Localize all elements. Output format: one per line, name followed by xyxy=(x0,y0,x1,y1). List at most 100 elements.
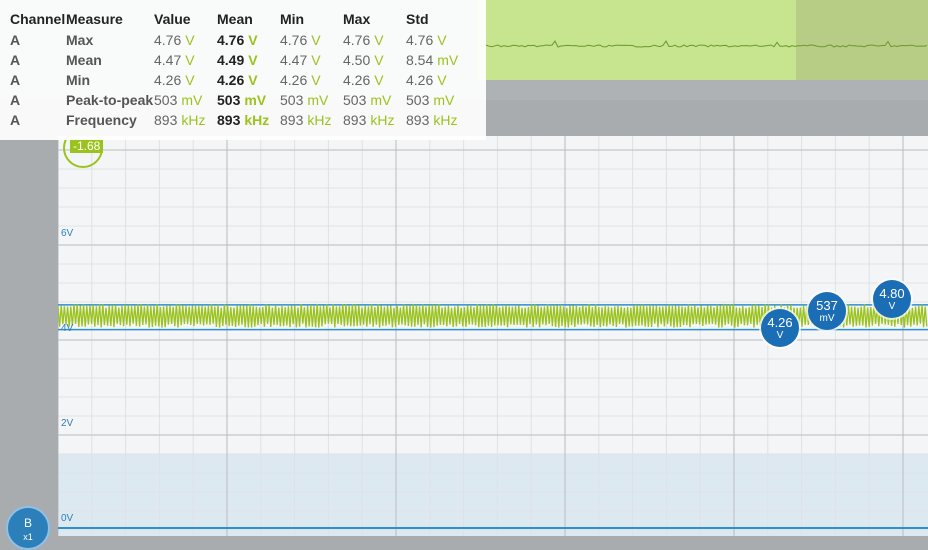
marker-p2p-value: 537 xyxy=(816,298,838,313)
cell-min-number: 893 xyxy=(280,112,304,128)
measurement-row: A Frequency 893 kHz 893 kHz 893 kHz 893 kHz 893 kHz xyxy=(10,110,476,130)
cell-min: 893 kHz xyxy=(280,110,343,130)
cell-max-number: 4.76 xyxy=(343,32,371,48)
lower-band xyxy=(58,454,928,536)
measurements-header-row: Channel Measure Value Mean Min Max Std xyxy=(10,8,476,30)
cell-std-number: 4.26 xyxy=(406,72,434,88)
col-mean: Mean xyxy=(217,11,253,27)
cell-value-unit: V xyxy=(185,52,195,68)
cell-measure: Frequency xyxy=(66,112,137,128)
cell-mean: 4.49 V xyxy=(217,50,280,70)
cell-min-unit: mV xyxy=(307,92,329,108)
cell-mean-number: 4.76 xyxy=(217,32,245,48)
cell-channel: A xyxy=(10,32,21,48)
cell-channel: A xyxy=(10,72,21,88)
cell-value-number: 4.76 xyxy=(154,32,182,48)
cell-value: 503 mV xyxy=(154,90,217,110)
cell-std-unit: mV xyxy=(433,92,455,108)
channel-b-button[interactable]: B x1 xyxy=(6,506,50,550)
cell-max-unit: V xyxy=(374,72,384,88)
cell-std: 4.76 V xyxy=(406,30,476,50)
measurements-panel: Channel Measure Value Mean Min Max Std A… xyxy=(0,0,486,140)
cell-mean: 503 mV xyxy=(217,90,280,110)
cell-value-number: 4.26 xyxy=(154,72,182,88)
cell-mean-unit: V xyxy=(248,32,258,48)
marker-min[interactable]: 4.26 V xyxy=(761,309,799,347)
cell-mean-number: 893 xyxy=(217,112,241,128)
cell-max-unit: mV xyxy=(370,92,392,108)
cell-min-number: 4.26 xyxy=(280,72,308,88)
cell-min-unit: V xyxy=(311,32,321,48)
col-channel: Channel xyxy=(10,11,66,27)
cell-max-unit: V xyxy=(374,52,384,68)
col-max: Max xyxy=(343,11,371,27)
y-label-2v: 2V xyxy=(61,418,74,429)
cell-mean-unit: kHz xyxy=(244,112,270,128)
marker-max[interactable]: 4.80 V xyxy=(873,280,911,318)
cell-channel: A xyxy=(10,92,21,108)
cell-max: 503 mV xyxy=(343,90,406,110)
marker-max-value: 4.80 xyxy=(879,286,905,301)
cell-std-number: 503 xyxy=(406,92,430,108)
cell-mean-unit: V xyxy=(248,72,258,88)
cell-value-unit: V xyxy=(185,32,195,48)
cell-max-number: 893 xyxy=(343,112,367,128)
cell-std: 8.54 mV xyxy=(406,50,476,70)
cell-std-number: 8.54 xyxy=(406,52,434,68)
cell-std-number: 4.76 xyxy=(406,32,434,48)
marker-peak-to-peak[interactable]: 537 mV xyxy=(808,292,846,330)
col-measure: Measure xyxy=(66,11,123,27)
measurement-row: A Min 4.26 V 4.26 V 4.26 V 4.26 V 4.26 V xyxy=(10,70,476,90)
cell-mean-unit: V xyxy=(248,52,258,68)
cell-channel: A xyxy=(10,52,21,68)
cell-min: 503 mV xyxy=(280,90,343,110)
marker-max-unit: V xyxy=(888,301,896,312)
channel-b-label: B xyxy=(23,516,32,530)
cell-std-unit: V xyxy=(437,32,447,48)
marker-min-unit: V xyxy=(776,330,784,341)
left-gutter xyxy=(0,140,58,536)
cell-min-number: 4.76 xyxy=(280,32,308,48)
cell-std: 503 mV xyxy=(406,90,476,110)
cell-measure: Max xyxy=(66,32,94,48)
cell-std-unit: mV xyxy=(437,52,459,68)
cell-std-number: 893 xyxy=(406,112,430,128)
cell-value-number: 893 xyxy=(154,112,178,128)
cell-channel: A xyxy=(10,112,21,128)
cell-value: 893 kHz xyxy=(154,110,217,130)
channel-b-sublabel: x1 xyxy=(23,532,33,542)
col-min: Min xyxy=(280,11,305,27)
cell-mean: 4.26 V xyxy=(217,70,280,90)
cell-value: 4.76 V xyxy=(154,30,217,50)
cell-measure: Mean xyxy=(66,52,102,68)
measurement-row: A Peak-to-peak 503 mV 503 mV 503 mV 503 mV 503 mV xyxy=(10,90,476,110)
cell-mean-number: 4.26 xyxy=(217,72,245,88)
marker-min-value: 4.26 xyxy=(767,315,793,330)
cell-mean: 893 kHz xyxy=(217,110,280,130)
cell-min-unit: V xyxy=(311,52,321,68)
cell-value-number: 4.47 xyxy=(154,52,182,68)
cell-max: 4.26 V xyxy=(343,70,406,90)
cell-value-number: 503 xyxy=(154,92,178,108)
cell-value-unit: mV xyxy=(181,92,203,108)
cell-min-number: 4.47 xyxy=(280,52,308,68)
marker-p2p-unit: mV xyxy=(819,313,835,324)
trigger-level-label: -1.68 xyxy=(70,139,104,153)
cell-max: 4.76 V xyxy=(343,30,406,50)
cell-value-unit: kHz xyxy=(181,112,206,128)
cell-measure: Peak-to-peak xyxy=(66,92,154,108)
cell-min: 4.26 V xyxy=(280,70,343,90)
cell-min-unit: V xyxy=(311,72,321,88)
cell-max-unit: kHz xyxy=(370,112,395,128)
cell-value-unit: V xyxy=(185,72,195,88)
cell-std-unit: kHz xyxy=(433,112,458,128)
y-label-0v: 0V xyxy=(61,513,74,524)
cell-min-number: 503 xyxy=(280,92,304,108)
overview-signal xyxy=(485,40,928,48)
cell-mean-number: 503 xyxy=(217,92,241,108)
cell-std: 893 kHz xyxy=(406,110,476,130)
measurements-table: Channel Measure Value Mean Min Max Std A… xyxy=(10,8,476,130)
cell-mean-number: 4.49 xyxy=(217,52,245,68)
measurement-row: A Max 4.76 V 4.76 V 4.76 V 4.76 V 4.76 V xyxy=(10,30,476,50)
cell-max-unit: V xyxy=(374,32,384,48)
